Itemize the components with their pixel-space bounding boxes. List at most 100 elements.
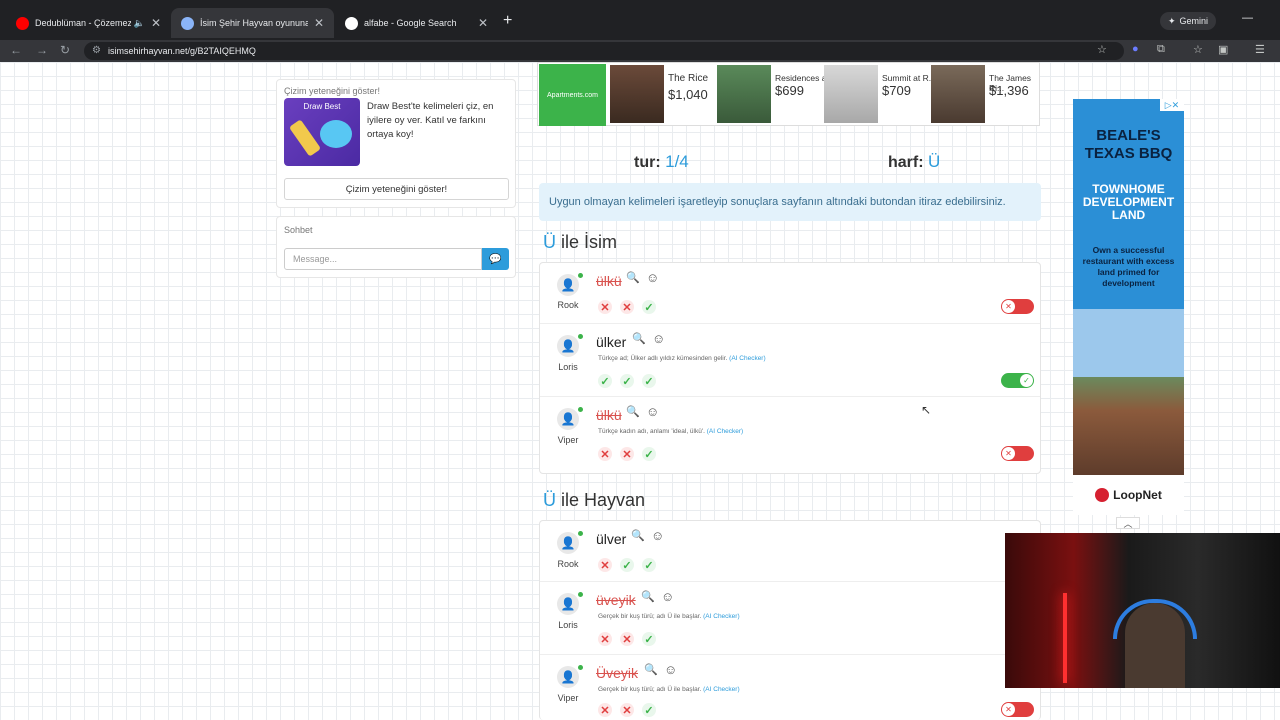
loopnet-logo: LoopNet [1073,475,1184,515]
search-icon[interactable]: 🔍 [626,271,640,284]
gemini-button[interactable]: ✦ Gemini [1160,12,1217,30]
draw-best-image-text: Draw Best [303,102,341,111]
emoji-icon[interactable]: ☺ [646,404,659,419]
tab-google-search[interactable]: alfabe - Google Search ✕ [335,8,498,38]
extension-icon[interactable]: ● [1132,43,1139,55]
emoji-icon[interactable]: ☺ [651,528,664,543]
emoji-icon[interactable]: ☺ [664,662,677,677]
username: Loris [558,620,578,630]
url-field[interactable]: ⚙ isimsehirhayvan.net/g/B2TAIQEHMQ [84,42,1124,60]
tab-search-icon[interactable]: ▣ [1218,43,1228,56]
vote-no-icon[interactable]: ✕ [598,632,612,646]
toggle-x-icon: ✕ [1002,447,1015,460]
vote-yes-icon[interactable]: ✓ [642,300,656,314]
tab-isim-sehir-hayvan[interactable]: İsim Şehir Hayvan oyununa katıl ✕ [171,8,334,38]
close-icon[interactable]: ✕ [478,16,488,30]
site-info-icon[interactable]: ⚙ [92,45,101,56]
letter-indicator: harf: Ü [888,152,940,172]
vote-no-icon[interactable]: ✕ [620,703,634,717]
new-tab-icon[interactable]: + [503,12,512,30]
vote-no-icon[interactable]: ✕ [598,703,612,717]
vote-yes-icon[interactable]: ✓ [620,374,634,388]
reject-toggle[interactable]: ✕ [1001,446,1034,461]
answers-list-hayvan: 👤 Rook ülver 🔍 ☺ ✕ ✓ ✓ 👤 Loris üveyik 🔍 … [539,520,1041,720]
vote-yes-icon[interactable]: ✓ [598,374,612,388]
emoji-icon[interactable]: ☺ [661,589,674,604]
extensions-puzzle-icon[interactable]: ⧉ [1157,43,1165,56]
vote-no-icon[interactable]: ✕ [620,632,634,646]
vote-group: ✓ ✓ ✓ [598,374,656,388]
send-message-button[interactable]: 💬 [482,248,509,270]
answer-word: üveyik [596,592,636,608]
accept-toggle[interactable]: ✓ [1001,373,1034,388]
close-icon[interactable]: ✕ [314,16,324,30]
listing-name: The Rice [668,73,709,84]
ai-hint: Türkçe ad; Ülker adlı yıldız kümesinden … [598,355,766,362]
answer-word: Üveyik [596,665,639,681]
answer-row: 👤 Viper Üveyik 🔍 ☺ Gerçek bir kuş türü; … [540,655,1040,720]
mouse-cursor-icon: ↖ [921,403,932,417]
answer-word: ülkü [596,407,622,423]
listing-photo[interactable] [824,65,878,123]
menu-icon[interactable]: ☰ [1255,43,1265,56]
headphones-icon [1113,599,1197,639]
search-icon[interactable]: 🔍 [631,529,645,542]
search-icon[interactable]: 🔍 [644,663,658,676]
back-icon[interactable]: ← [10,43,22,57]
tab-dedubluman[interactable]: Dedublüman - Çözemezsin 🔈 ✕ [6,8,171,38]
answer-row: 👤 Rook ülver 🔍 ☺ ✕ ✓ ✓ [540,521,1040,582]
reload-icon[interactable]: ↻ [60,43,70,57]
loopnet-icon [1095,488,1110,502]
vote-no-icon[interactable]: ✕ [620,300,634,314]
letter-label: harf: [888,154,924,171]
ai-checker-label: (AI Checker) [706,428,744,435]
search-icon[interactable]: 🔍 [626,405,640,418]
toggle-x-icon: ✕ [1002,300,1015,313]
apartments-ad-banner[interactable]: Apartments.com The Rice $1,040 Residence… [537,62,1040,126]
reject-toggle[interactable]: ✕ [1001,299,1034,314]
chevron-up-icon[interactable]: ︿ [1116,517,1140,529]
adchoices-icon[interactable]: ▷✕ [1160,99,1184,111]
minimize-icon[interactable]: — [1242,12,1253,24]
show-drawing-button[interactable]: Çizim yeteneğini göster! [284,178,509,200]
chat-message-input[interactable]: Message... [284,248,482,270]
vote-yes-icon[interactable]: ✓ [642,558,656,572]
loopnet-side-ad[interactable]: BEALE'S TEXAS BBQ TOWNHOME DEVELOPMENT L… [1073,99,1184,515]
listing-photo[interactable] [931,65,985,123]
listing-photo[interactable] [610,65,664,123]
answer-word: ülker [596,334,627,350]
bookmark-star-icon[interactable]: ☆ [1097,43,1107,56]
vote-no-icon[interactable]: ✕ [598,300,612,314]
emoji-icon[interactable]: ☺ [652,331,665,346]
sparkle-icon: ✦ [1168,15,1176,26]
tab-title: alfabe - Google Search [364,18,457,28]
search-icon[interactable]: 🔍 [641,590,655,603]
online-dot [578,592,583,597]
webcam-overlay [1005,533,1280,688]
url-text: isimsehirhayvan.net/g/B2TAIQEHMQ [108,46,256,56]
listing-photo[interactable] [717,65,771,123]
vote-yes-icon[interactable]: ✓ [642,703,656,717]
apartments-logo[interactable]: Apartments.com [539,64,606,126]
close-icon[interactable]: ✕ [151,16,161,30]
username: Viper [557,693,579,703]
letter-value: Ü [928,152,941,171]
vote-yes-icon[interactable]: ✓ [642,447,656,461]
search-icon[interactable]: 🔍 [632,332,646,345]
reject-toggle[interactable]: ✕ [1001,702,1034,717]
bookmarks-icon[interactable]: ☆ [1193,43,1203,56]
vote-yes-icon[interactable]: ✓ [642,632,656,646]
toggle-x-icon: ✕ [1002,703,1015,716]
chat-bubble-icon: 💬 [489,253,502,265]
vote-no-icon[interactable]: ✕ [598,447,612,461]
username: Rook [557,559,579,569]
draw-best-image[interactable]: Draw Best [284,98,360,166]
emoji-icon[interactable]: ☺ [646,270,659,285]
round-value: 1/4 [665,152,689,171]
vote-yes-icon[interactable]: ✓ [620,558,634,572]
google-icon [345,16,358,30]
vote-no-icon[interactable]: ✕ [620,447,634,461]
forward-icon[interactable]: → [36,43,48,57]
vote-yes-icon[interactable]: ✓ [642,374,656,388]
vote-no-icon[interactable]: ✕ [598,558,612,572]
